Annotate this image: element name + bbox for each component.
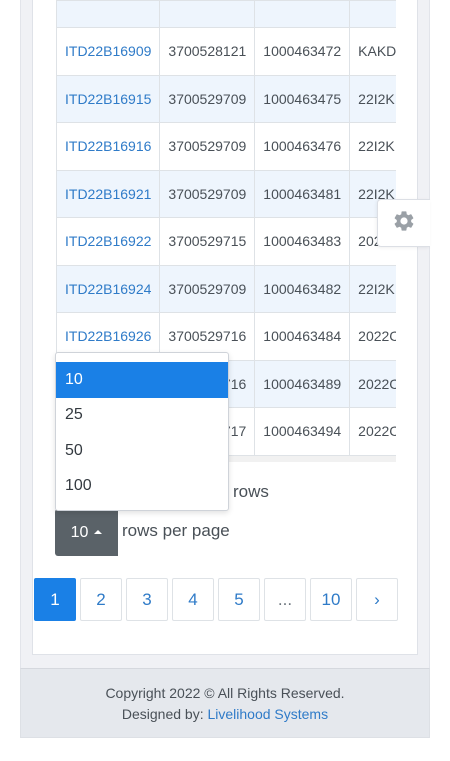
table-row: ITD22B16924 3700529709 1000463482 22I2K bbox=[56, 264, 396, 313]
page-link-3[interactable]: 3 bbox=[126, 578, 168, 621]
copyright-text: Copyright 2022 © All Rights Reserved. bbox=[105, 685, 345, 701]
page-size-button[interactable]: 10 bbox=[55, 509, 118, 556]
page-link-10[interactable]: 10 bbox=[310, 578, 352, 621]
cell-col3 bbox=[254, 0, 351, 28]
cell-col2: 3700529709 bbox=[159, 122, 256, 171]
cell-id[interactable] bbox=[56, 0, 161, 28]
cell-col4: 22I2K bbox=[349, 264, 396, 313]
cell-col3: 1000463483 bbox=[254, 217, 351, 266]
settings-button[interactable] bbox=[377, 199, 430, 247]
cell-col3: 1000463482 bbox=[254, 264, 351, 313]
cell-col4: 2022C bbox=[349, 359, 396, 408]
page-size-option-50[interactable]: 50 bbox=[56, 433, 228, 469]
caret-up-icon bbox=[94, 529, 103, 534]
cell-id-link[interactable]: ITD22B16924 bbox=[56, 264, 161, 313]
page-link-2[interactable]: 2 bbox=[80, 578, 122, 621]
pagination: 1 2 3 4 5 ... 10 › bbox=[34, 578, 398, 621]
designer-link[interactable]: Livelihood Systems bbox=[207, 706, 328, 722]
rows-per-page-label: rows per page bbox=[122, 521, 230, 540]
cell-col3: 1000463494 bbox=[254, 407, 351, 456]
cell-col2: 3700529715 bbox=[159, 217, 256, 266]
cell-col2: 3700529709 bbox=[159, 169, 256, 218]
cell-col3: 1000463489 bbox=[254, 359, 351, 408]
cell-col3: 1000463481 bbox=[254, 169, 351, 218]
cell-col4: 2022C bbox=[349, 312, 396, 361]
next-page-button[interactable]: › bbox=[356, 578, 398, 621]
table-row bbox=[56, 0, 396, 28]
cell-id-link[interactable]: ITD22B16922 bbox=[56, 217, 161, 266]
table-row: ITD22B16916 3700529709 1000463476 22I2K bbox=[56, 122, 396, 171]
cell-col3: 1000463484 bbox=[254, 312, 351, 361]
cell-col4 bbox=[349, 0, 396, 28]
cell-col2: 3700528121 bbox=[159, 27, 256, 76]
cell-col3: 1000463475 bbox=[254, 74, 351, 123]
cell-id-link[interactable]: ITD22B16921 bbox=[56, 169, 161, 218]
footer: Copyright 2022 © All Rights Reserved. De… bbox=[20, 668, 430, 738]
cell-id-link[interactable]: ITD22B16916 bbox=[56, 122, 161, 171]
cell-col4: 2022C bbox=[349, 407, 396, 456]
cell-col3: 1000463476 bbox=[254, 122, 351, 171]
cell-id-link[interactable]: ITD22B16909 bbox=[56, 27, 161, 76]
page-link-1[interactable]: 1 bbox=[34, 578, 76, 621]
page-link-5[interactable]: 5 bbox=[218, 578, 260, 621]
cell-col2: 3700529709 bbox=[159, 74, 256, 123]
cell-col4: 22I2K bbox=[349, 74, 396, 123]
table-row: ITD22B16921 3700529709 1000463481 22I2K bbox=[56, 169, 396, 218]
page-size-option-25[interactable]: 25 bbox=[56, 398, 228, 434]
page-size-value: 10 bbox=[70, 523, 89, 541]
page-link-4[interactable]: 4 bbox=[172, 578, 214, 621]
page-ellipsis: ... bbox=[264, 578, 306, 621]
table-row: ITD22B16915 3700529709 1000463475 22I2K bbox=[56, 74, 396, 123]
table-row: ITD22B16922 3700529715 1000463483 2022 bbox=[56, 217, 396, 266]
table-row: ITD22B16909 3700528121 1000463472 KAKDA bbox=[56, 27, 396, 76]
page-size-option-100[interactable]: 100 bbox=[56, 469, 228, 505]
gear-icon bbox=[392, 209, 416, 238]
cell-col4: 22I2K bbox=[349, 122, 396, 171]
page-size-option-10[interactable]: 10 bbox=[56, 362, 228, 398]
cell-id-link[interactable]: ITD22B16915 bbox=[56, 74, 161, 123]
cell-col4: KAKDA bbox=[349, 27, 396, 76]
designed-by-label: Designed by: bbox=[121, 706, 204, 722]
rows-info-text: rows bbox=[233, 482, 269, 501]
designed-by-line: Designed by: Livelihood Systems bbox=[21, 704, 429, 725]
cell-col2: 3700529709 bbox=[159, 264, 256, 313]
page-size-dropdown-menu: 10 25 50 100 bbox=[55, 352, 229, 511]
cell-col3: 1000463472 bbox=[254, 27, 351, 76]
cell-col2 bbox=[159, 0, 256, 28]
